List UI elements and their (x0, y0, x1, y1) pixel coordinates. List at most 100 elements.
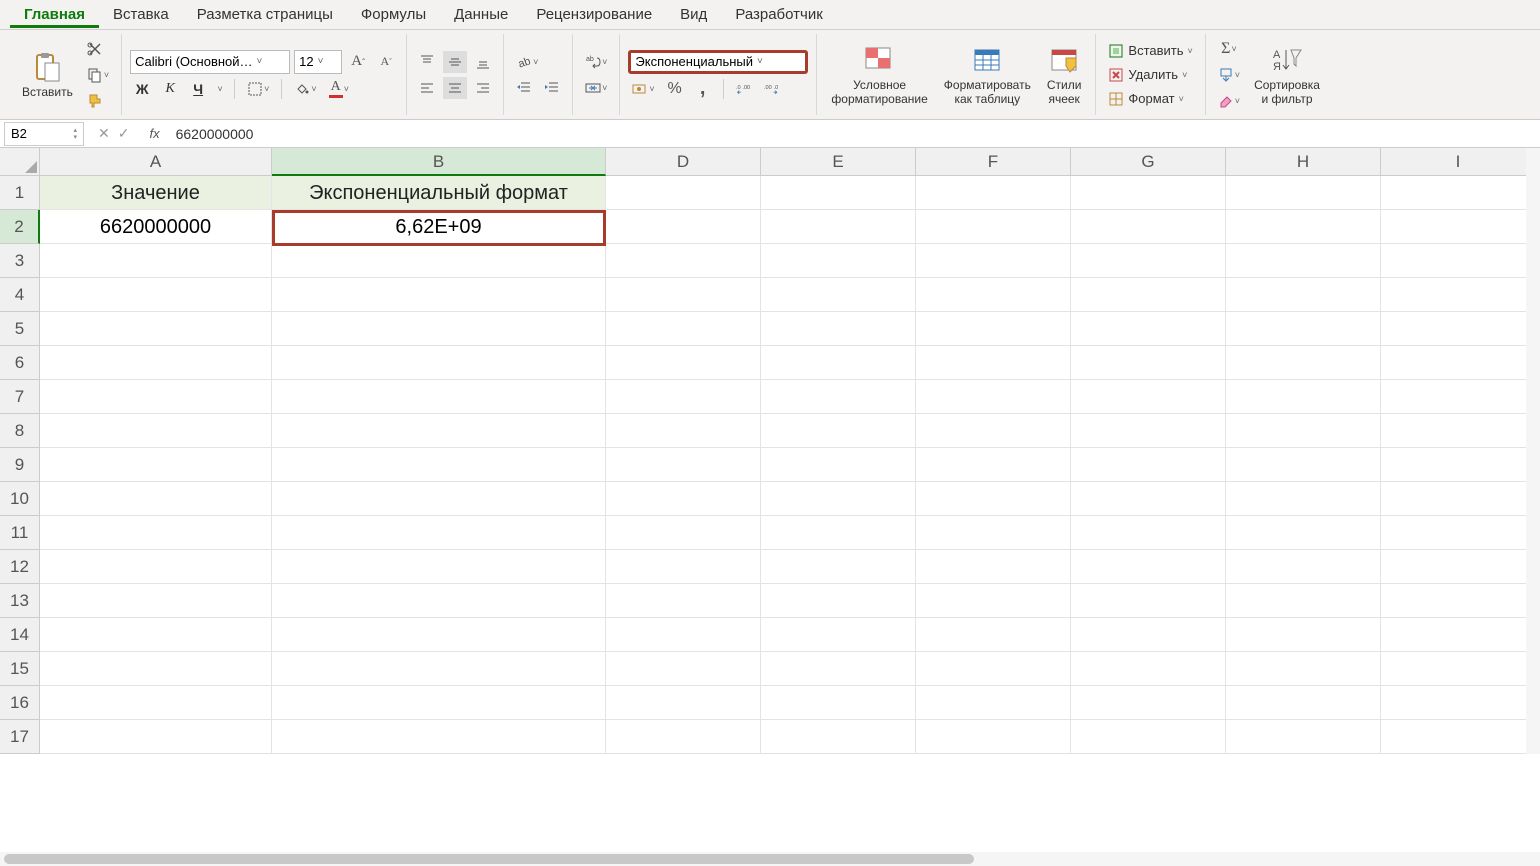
cell[interactable] (1381, 244, 1536, 278)
underline-more-button[interactable]: ˅ (214, 78, 226, 100)
row-header-15[interactable]: 15 (0, 652, 40, 686)
row-header-17[interactable]: 17 (0, 720, 40, 754)
cell[interactable] (1071, 414, 1226, 448)
cell[interactable] (761, 414, 916, 448)
align-left-button[interactable] (415, 77, 439, 99)
cell[interactable] (1071, 346, 1226, 380)
cell[interactable] (1226, 686, 1381, 720)
increase-font-button[interactable]: Aˆ (346, 51, 370, 73)
cell[interactable] (1381, 346, 1536, 380)
cell[interactable] (916, 210, 1071, 244)
cell[interactable] (1071, 380, 1226, 414)
align-top-button[interactable] (415, 51, 439, 73)
comma-button[interactable]: , (691, 78, 715, 100)
cell[interactable] (40, 380, 272, 414)
cell[interactable] (916, 448, 1071, 482)
sort-filter-button[interactable]: АЯ Сортировка и фильтр (1248, 42, 1326, 108)
cell[interactable] (1381, 312, 1536, 346)
cell[interactable] (916, 720, 1071, 754)
cell[interactable] (1226, 210, 1381, 244)
cell[interactable] (916, 176, 1071, 210)
col-header-B[interactable]: B (272, 148, 606, 176)
cell[interactable] (1071, 652, 1226, 686)
cell-styles-button[interactable]: Стили ячеек (1041, 42, 1088, 108)
cell[interactable] (761, 244, 916, 278)
font-size-dropdown[interactable]: 12˅ (294, 50, 342, 74)
horizontal-scroll[interactable] (0, 852, 1540, 866)
cell[interactable] (606, 516, 761, 550)
col-header-A[interactable]: A (40, 148, 272, 176)
tab-developer[interactable]: Разработчик (721, 2, 836, 27)
cell[interactable] (761, 482, 916, 516)
fill-color-button[interactable]: ˅ (290, 78, 320, 100)
number-format-dropdown[interactable]: Экспоненциальный˅ (628, 50, 808, 74)
cell[interactable] (761, 312, 916, 346)
cell[interactable] (916, 414, 1071, 448)
cell[interactable] (606, 176, 761, 210)
cell[interactable] (761, 346, 916, 380)
tab-data[interactable]: Данные (440, 2, 522, 27)
cell[interactable] (40, 448, 272, 482)
cell[interactable] (1226, 516, 1381, 550)
underline-button[interactable]: Ч (186, 81, 210, 97)
col-header-D[interactable]: D (606, 148, 761, 176)
cell[interactable] (1071, 584, 1226, 618)
cell[interactable] (606, 652, 761, 686)
cell[interactable] (272, 618, 606, 652)
cell[interactable] (916, 380, 1071, 414)
confirm-formula-button[interactable]: ✓ (118, 125, 130, 142)
cell[interactable] (916, 482, 1071, 516)
cell[interactable] (272, 652, 606, 686)
cell[interactable] (272, 414, 606, 448)
cell[interactable] (1226, 244, 1381, 278)
cell[interactable] (1381, 176, 1536, 210)
cell[interactable] (1381, 652, 1536, 686)
paste-button[interactable]: Вставить (16, 49, 79, 101)
cell[interactable] (1071, 516, 1226, 550)
percent-button[interactable]: % (663, 78, 687, 100)
decrease-decimal-button[interactable]: .00.0 (760, 78, 784, 100)
cell[interactable] (1226, 618, 1381, 652)
cell[interactable] (1071, 176, 1226, 210)
tab-insert[interactable]: Вставка (99, 2, 183, 27)
formula-input[interactable]: 6620000000 (170, 126, 1540, 142)
cell[interactable] (606, 244, 761, 278)
cell[interactable] (916, 584, 1071, 618)
copy-button[interactable]: ˅ (83, 64, 113, 86)
cell[interactable] (1226, 380, 1381, 414)
row-header-8[interactable]: 8 (0, 414, 40, 448)
align-bottom-button[interactable] (471, 51, 495, 73)
cell[interactable] (1071, 278, 1226, 312)
cell[interactable] (1071, 720, 1226, 754)
cell[interactable] (916, 278, 1071, 312)
cell[interactable] (1071, 244, 1226, 278)
cell[interactable] (272, 686, 606, 720)
tab-page-layout[interactable]: Разметка страницы (183, 2, 347, 27)
col-header-H[interactable]: H (1226, 148, 1381, 176)
cell[interactable] (761, 210, 916, 244)
cell[interactable] (1071, 312, 1226, 346)
cell[interactable] (606, 448, 761, 482)
tab-view[interactable]: Вид (666, 2, 721, 27)
row-header-4[interactable]: 4 (0, 278, 40, 312)
cell[interactable] (1226, 346, 1381, 380)
row-header-2[interactable]: 2 (0, 210, 40, 244)
tab-home[interactable]: Главная (10, 2, 99, 28)
cell[interactable] (1381, 414, 1536, 448)
cell[interactable] (606, 550, 761, 584)
cell[interactable] (40, 584, 272, 618)
cell[interactable] (40, 516, 272, 550)
tab-review[interactable]: Рецензирование (522, 2, 666, 27)
fx-label[interactable]: fx (139, 126, 169, 141)
align-middle-button[interactable] (443, 51, 467, 73)
cell[interactable] (606, 686, 761, 720)
cell[interactable] (40, 244, 272, 278)
cell[interactable] (916, 550, 1071, 584)
cell[interactable] (1381, 618, 1536, 652)
autosum-button[interactable]: Σ˅ (1214, 38, 1244, 60)
cell[interactable] (1381, 720, 1536, 754)
cell[interactable] (1226, 448, 1381, 482)
cell[interactable] (40, 686, 272, 720)
borders-button[interactable]: ˅ (243, 78, 273, 100)
cell[interactable] (761, 584, 916, 618)
